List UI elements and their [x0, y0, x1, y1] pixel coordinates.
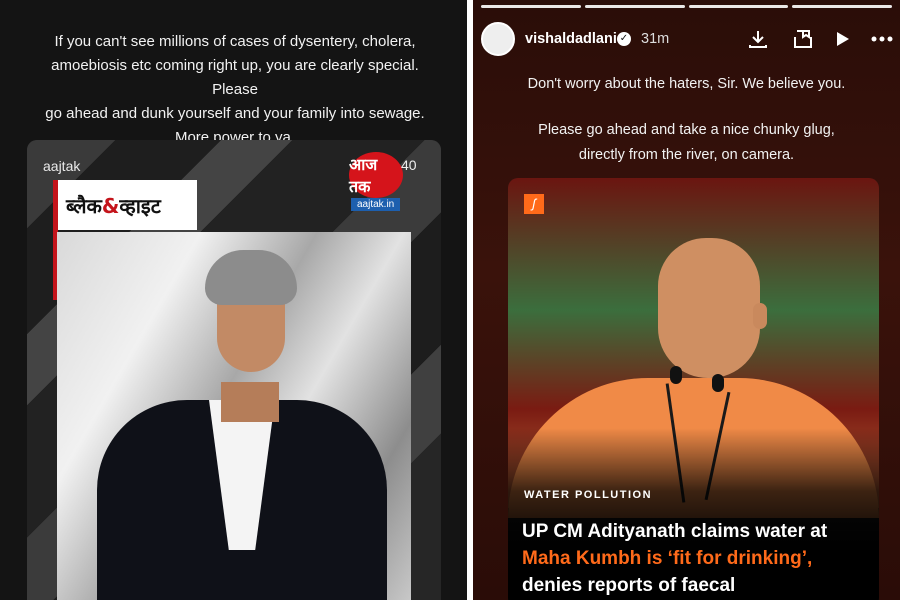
- counter-text: 40: [401, 157, 417, 173]
- download-icon[interactable]: [746, 28, 770, 52]
- avatar[interactable]: [481, 22, 515, 56]
- headline-highlight: Maha Kumbh is ‘fit for drinking’,: [522, 548, 813, 569]
- caption-line: amoebiosis etc coming right up, you are …: [51, 57, 419, 98]
- headline-line: UP CM Adityanath claims water at: [522, 521, 828, 542]
- news-anchor-frame: [57, 232, 411, 600]
- story-progress-segment: [688, 5, 789, 8]
- story-progress-bars: [481, 5, 892, 8]
- embedded-video-card[interactable]: aajtak ब्लैक&व्हाइट आज तक aajtak.in 40: [27, 140, 441, 600]
- anchor-hair: [205, 250, 297, 305]
- story-progress-segment: [792, 5, 892, 8]
- publisher-logo-icon: ʃ: [524, 194, 544, 214]
- headline-line: denies reports of faecal: [522, 575, 736, 596]
- aajtak-logo-mark: आज तक: [349, 152, 403, 198]
- anchor-head: [205, 250, 297, 390]
- speaker-head: [658, 238, 760, 378]
- speaker-ear: [753, 303, 767, 329]
- article-kicker: WATER POLLUTION: [524, 489, 653, 501]
- right-caption-line-2: Please go ahead and take a nice chunky g…: [538, 122, 835, 138]
- save-icon[interactable]: [791, 28, 815, 52]
- show-logo: ब्लैक&व्हाइट: [53, 180, 197, 230]
- left-story-panel: If you can't see millions of cases of dy…: [0, 0, 467, 600]
- username[interactable]: vishaldadlani: [525, 31, 617, 47]
- play-icon[interactable]: [830, 28, 854, 52]
- story-progress-segment: [584, 5, 685, 8]
- source-label: aajtak: [43, 158, 81, 174]
- shared-article-card[interactable]: ʃ WATER POLLUTION UP CM Adityanath claim…: [508, 178, 879, 600]
- right-caption-line-1: Don't worry about the haters, Sir. We be…: [527, 76, 846, 92]
- microphone-icon: [670, 366, 682, 384]
- post-time: 31m: [641, 31, 670, 47]
- right-caption-line-3: directly from the river, on camera.: [578, 147, 795, 163]
- right-story-panel: vishaldadlani ✓ 31m Don't worry about th…: [473, 0, 900, 600]
- left-caption: If you can't see millions of cases of dy…: [30, 30, 440, 150]
- more-icon[interactable]: [870, 28, 894, 52]
- microphone-icon: [712, 374, 724, 392]
- article-headline[interactable]: UP CM Adityanath claims water at Maha Ku…: [522, 518, 872, 599]
- caption-line: go ahead and dunk yourself and your fami…: [45, 105, 425, 122]
- verified-badge-icon: ✓: [617, 32, 631, 46]
- channel-url: aajtak.in: [351, 198, 401, 211]
- caption-line: If you can't see millions of cases of dy…: [54, 33, 416, 50]
- story-progress-segment: [481, 5, 581, 8]
